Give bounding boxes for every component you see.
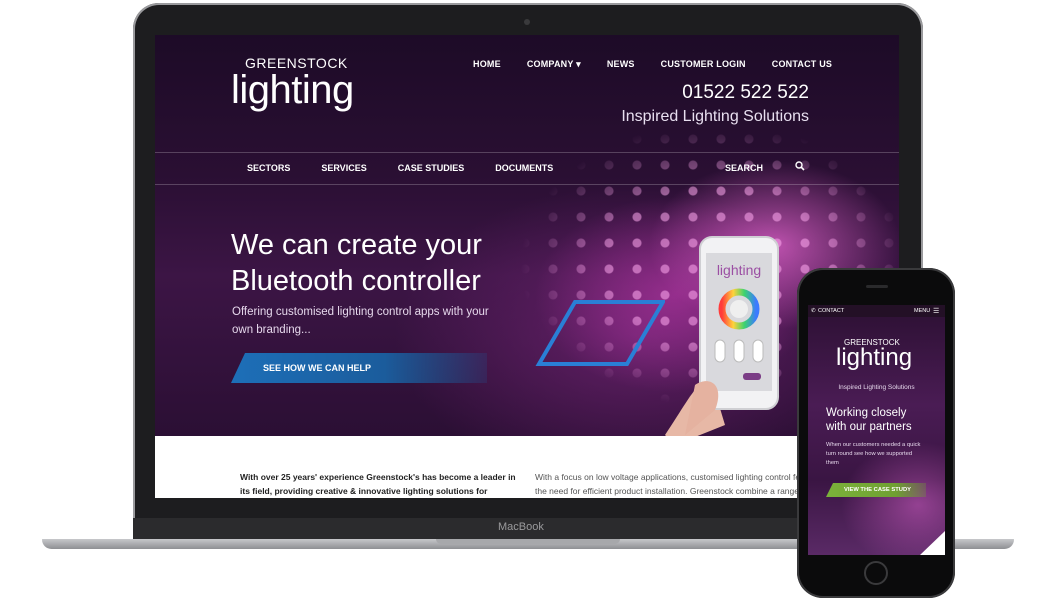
mobile-hero-subtitle: When our customers needed a quick turn r… [826,442,921,466]
hero-title: We can create your Bluetooth controller [231,227,531,299]
brand-logo-main[interactable]: lighting [231,68,354,113]
laptop-label: MacBook [498,521,544,533]
site-tagline: Inspired Lighting Solutions [621,108,809,125]
nav-home[interactable]: HOME [473,59,501,70]
hero-title-line2: Bluetooth controller [231,265,481,297]
mobile-top-bar: ✆ CONTACT MENU ☰ [808,305,945,317]
mobile-hero-title-line2: with our partners [826,421,912,433]
search-label[interactable]: SEARCH [725,163,763,173]
phone-number[interactable]: 01522 522 522 [675,82,809,104]
view-the-case-study-button[interactable]: VIEW THE CASE STUDY [826,483,926,497]
nav-case-studies[interactable]: CASE STUDIES [398,163,465,173]
mobile-contact-link[interactable]: CONTACT [818,308,844,314]
nav-company[interactable]: COMPANY ▾ [527,59,581,70]
mobile-tagline: Inspired Lighting Solutions [838,384,915,391]
hero-title-line1: We can create your [231,229,482,261]
mobile-brand-main[interactable]: lighting [836,344,912,372]
phone-home-button[interactable] [864,561,888,585]
nav-contact-us[interactable]: CONTACT US [772,59,832,70]
divider [155,152,899,153]
nav-news[interactable]: NEWS [607,59,635,70]
laptop-notch [436,539,620,544]
svg-text:lighting: lighting [717,262,761,278]
mobile-hero-title: Working closely with our partners [826,406,936,434]
decorative-light-shape [535,300,665,366]
see-how-we-can-help-button[interactable]: SEE HOW WE CAN HELP [231,353,487,383]
secondary-navigation: SECTORS SERVICES CASE STUDIES DOCUMENTS [247,163,553,173]
mobile-hero-title-line1: Working closely [826,407,907,419]
intro-text-right-line1: With a focus on low voltage applications… [535,472,815,482]
intro-text-right: With a focus on low voltage applications… [535,470,815,498]
divider [155,184,899,185]
nav-services[interactable]: SERVICES [321,163,366,173]
hamburger-icon[interactable]: ☰ [933,307,939,315]
phone-screen: ✆ CONTACT MENU ☰ GREENSTOCK lighting Ins… [808,305,945,555]
intro-text-left: With over 25 years' experience Greenstoc… [240,472,516,496]
search-icon[interactable] [795,161,805,171]
nav-customer-login[interactable]: CUSTOMER LOGIN [661,59,746,70]
laptop-screen: GREENSTOCK lighting HOME COMPANY ▾ NEWS … [155,35,899,498]
intro-text-right-line2: the need for efficient product installat… [535,486,815,496]
phone-icon: ✆ [811,308,816,314]
hand-holding-phone-image: lighting [665,236,779,445]
camera-icon [524,19,530,25]
top-navigation: HOME COMPANY ▾ NEWS CUSTOMER LOGIN CONTA… [473,59,832,70]
phone-speaker [866,285,888,288]
nav-documents[interactable]: DOCUMENTS [495,163,553,173]
page-corner [920,531,945,555]
mobile-menu-label[interactable]: MENU [914,308,930,314]
nav-sectors[interactable]: SECTORS [247,163,290,173]
hero-subtitle: Offering customised lighting control app… [232,306,489,336]
